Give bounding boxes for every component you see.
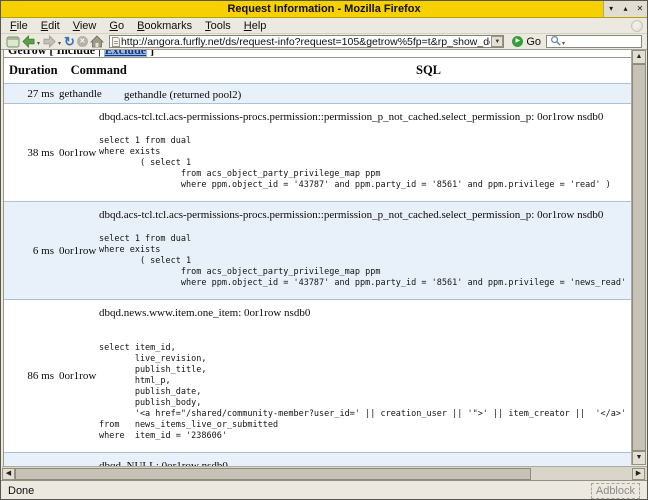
column-header-duration: Duration xyxy=(9,63,58,77)
scroll-left-icon[interactable]: ◀ xyxy=(2,468,15,480)
sql-title: gethandle (returned pool2) xyxy=(124,89,242,101)
getrow-toggle-line: Getrow [ Include | Exclude ] xyxy=(4,50,632,57)
status-bar: Done Adblock xyxy=(1,480,647,499)
command-cell: gethandle xyxy=(59,87,102,100)
sql-title: dbqd.acs-tcl.tcl.acs-permissions-procs.p… xyxy=(99,111,604,123)
vertical-scrollbar[interactable]: ▲ ▼ xyxy=(631,50,646,465)
duration-cell: 6 ms xyxy=(32,244,54,257)
command-cell: 0or1row xyxy=(59,370,97,382)
duration-cell: 86 ms xyxy=(27,370,54,382)
go-button[interactable]: ▶ Go xyxy=(509,36,544,48)
status-text: Done xyxy=(8,484,35,497)
go-arrow-icon: ▶ xyxy=(512,36,524,47)
window-icon[interactable] xyxy=(6,35,20,49)
menu-view[interactable]: View xyxy=(73,20,97,32)
search-engine-dropdown-icon[interactable]: ▾ xyxy=(562,40,565,47)
menu-go[interactable]: Go xyxy=(109,20,124,32)
getrow-label: Getrow [ Include | xyxy=(8,50,104,57)
sql-statement: select item_id, live_revision, publish_t… xyxy=(99,343,627,441)
duration-cell: 27 ms xyxy=(27,87,54,100)
table-header: Duration Command SQL xyxy=(4,58,632,83)
throbber-icon xyxy=(631,20,643,32)
search-icon xyxy=(550,33,561,51)
sql-statement: select 1 from dual where exists ( select… xyxy=(99,136,611,190)
minimize-icon[interactable]: ▾ xyxy=(605,5,617,13)
back-button[interactable] xyxy=(22,35,35,49)
titlebar[interactable]: Request Information - Mozilla Firefox ▾ … xyxy=(1,1,647,18)
reload-button[interactable]: ↻ xyxy=(64,35,75,49)
search-input[interactable]: ▾ xyxy=(546,35,642,48)
menu-file[interactable]: File xyxy=(10,20,28,32)
page-favicon-icon xyxy=(111,36,120,47)
vertical-scrollbar-thumb[interactable] xyxy=(632,64,646,451)
table-row: 6 ms 0or1row dbqd.acs-tcl.tcl.acs-permis… xyxy=(4,201,632,299)
browser-window: Request Information - Mozilla Firefox ▾ … xyxy=(0,0,648,500)
scroll-up-icon[interactable]: ▲ xyxy=(632,50,646,64)
navigation-toolbar: ▾ ▾ ↻ ✕ ▼ ▶ Go ▾ xyxy=(1,34,647,50)
sql-statement: select 1 from dual where exists ( select… xyxy=(99,234,632,288)
command-cell: 0or1row xyxy=(59,146,97,159)
table-row: 3 ms 0or1row dbqd..NULL: 0or1row nsdb0 s… xyxy=(4,452,632,466)
url-bar: ▼ xyxy=(108,35,505,48)
command-cell: 0or1row xyxy=(59,453,99,466)
url-history-dropdown-icon[interactable]: ▼ xyxy=(491,36,504,47)
back-dropdown-icon[interactable]: ▾ xyxy=(37,40,40,47)
forward-button[interactable] xyxy=(43,35,56,49)
menu-edit[interactable]: Edit xyxy=(41,20,60,32)
duration-cell: 3 ms xyxy=(4,453,54,466)
column-header-sql: SQL xyxy=(416,63,442,77)
menu-tools[interactable]: Tools xyxy=(205,20,231,32)
menu-bookmarks[interactable]: Bookmarks xyxy=(137,20,192,32)
window-title: Request Information - Mozilla Firefox xyxy=(227,3,421,15)
adblock-button[interactable]: Adblock xyxy=(590,482,640,499)
table-row: 27 ms gethandle gethandle (returned pool… xyxy=(4,83,632,103)
sql-title: dbqd.news.www.item.one_item: 0or1row nsd… xyxy=(99,307,311,319)
window-controls: ▾ ▴ ✕ xyxy=(603,1,647,17)
table-row: 86 ms 0or1row dbqd.news.www.item.one_ite… xyxy=(4,299,632,452)
getrow-bracket: ] xyxy=(147,50,155,57)
forward-dropdown-icon[interactable]: ▾ xyxy=(58,40,61,47)
table-row: 38 ms 0or1row dbqd.acs-tcl.tcl.acs-permi… xyxy=(4,103,632,201)
scroll-right-icon[interactable]: ▶ xyxy=(632,468,645,480)
menu-help[interactable]: Help xyxy=(244,20,267,32)
close-icon[interactable]: ✕ xyxy=(634,5,646,13)
scroll-down-icon[interactable]: ▼ xyxy=(632,451,646,465)
home-button[interactable] xyxy=(89,35,104,49)
sql-title: dbqd.acs-tcl.tcl.acs-permissions-procs.p… xyxy=(99,209,604,221)
stop-button[interactable]: ✕ xyxy=(76,35,88,49)
command-cell: 0or1row xyxy=(59,244,97,257)
url-input[interactable] xyxy=(119,35,492,48)
page-content: Getrow [ Include | Exclude ] Duration Co… xyxy=(3,50,632,466)
getrow-exclude-link[interactable]: Exclude xyxy=(103,50,148,57)
maximize-icon[interactable]: ▴ xyxy=(619,5,631,13)
column-header-command: Command xyxy=(70,63,127,77)
horizontal-scrollbar-thumb[interactable] xyxy=(15,468,531,480)
horizontal-scrollbar[interactable]: ◀ ▶ xyxy=(2,466,647,480)
go-label: Go xyxy=(526,35,541,48)
duration-cell: 38 ms xyxy=(27,146,54,159)
